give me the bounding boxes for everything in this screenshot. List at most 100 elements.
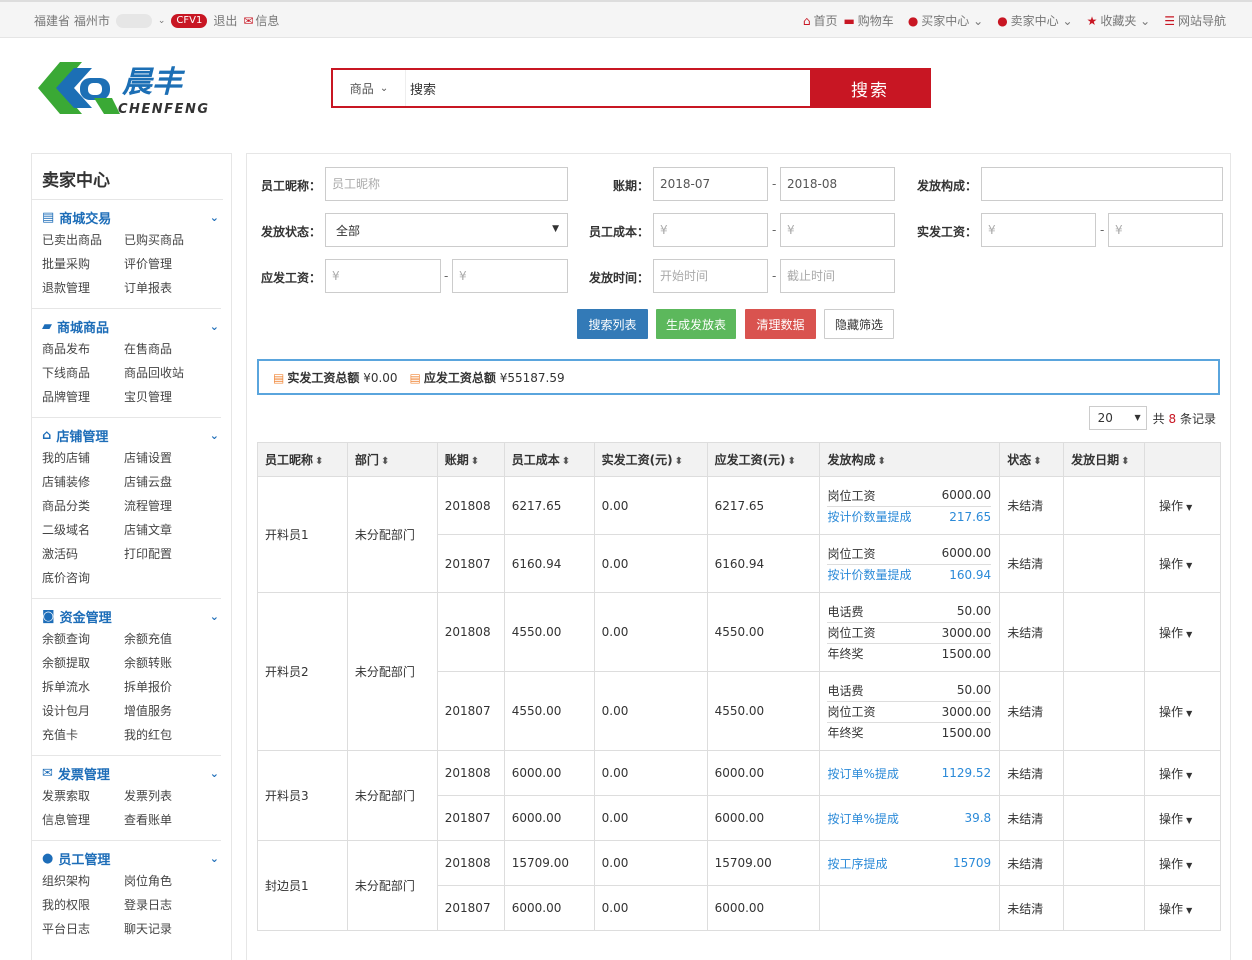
end-time-input[interactable] [780, 259, 895, 293]
sidebar-item[interactable]: 充值卡 [42, 723, 124, 747]
nav-link-home[interactable]: ⌂ 首页 [803, 12, 838, 29]
sidebar-item[interactable]: 余额查询 [42, 627, 124, 651]
sidebar-item[interactable]: 激活码 [42, 542, 124, 566]
period-from-input[interactable] [653, 167, 768, 201]
sidebar-item[interactable]: 余额转账 [124, 651, 206, 675]
nav-link-favorites[interactable]: ★ 收藏夹 ⌄ [1087, 12, 1151, 29]
sidebar-section-header[interactable]: ● 员工管理 ⌄ [42, 847, 221, 869]
period-to-input[interactable] [780, 167, 895, 201]
sidebar-item[interactable]: 下线商品 [42, 361, 124, 385]
sidebar-item[interactable]: 店铺设置 [124, 446, 206, 470]
sidebar-item[interactable]: 批量采购 [42, 252, 124, 276]
column-header[interactable]: 实发工资(元) ⬍ [593, 442, 708, 477]
due-min-input[interactable] [325, 259, 441, 293]
composition-item[interactable]: 按计价数量提成 217.65 [827, 505, 992, 527]
nav-link-sitemap[interactable]: ☰ 网站导航 [1164, 12, 1226, 29]
column-header[interactable]: 员工昵称 ⬍ [257, 442, 348, 477]
status-select[interactable]: 全部 ▼ [325, 213, 568, 247]
actions-dropdown[interactable]: 操作 ▼ [1144, 476, 1221, 535]
sidebar-item[interactable]: 店铺云盘 [124, 470, 206, 494]
sidebar-item[interactable]: 信息管理 [42, 808, 124, 832]
search-button[interactable]: 搜索 [810, 69, 930, 107]
actions-dropdown[interactable]: 操作 ▼ [1144, 671, 1221, 751]
sidebar-section-header[interactable]: ✉ 发票管理 ⌄ [42, 762, 221, 784]
username-blurred[interactable] [115, 13, 152, 28]
cost-min-input[interactable] [653, 213, 768, 247]
site-logo[interactable]: 晨丰 CHENFENG [34, 52, 224, 124]
sidebar-section-header[interactable]: ▰ 商城商品 ⌄ [42, 315, 221, 337]
sidebar-item[interactable]: 退款管理 [42, 276, 124, 300]
search-category-select[interactable]: 商品 ⌄ [333, 70, 405, 106]
sidebar-item[interactable]: 商品分类 [42, 494, 124, 518]
sidebar-item[interactable]: 二级域名 [42, 518, 124, 542]
due-max-input[interactable] [452, 259, 568, 293]
hide-filter-button[interactable]: 隐藏筛选 [824, 309, 894, 339]
chevron-down-icon[interactable]: ⌄ [158, 16, 166, 26]
sidebar-item[interactable]: 我的权限 [42, 893, 124, 917]
composition-item[interactable]: 按工序提成 15709 [827, 853, 991, 874]
nav-link-seller-center[interactable]: ● 卖家中心 ⌄ [997, 12, 1072, 29]
actions-dropdown[interactable]: 操作 ▼ [1144, 592, 1221, 672]
column-header[interactable]: 部门 ⬍ [346, 442, 438, 477]
sidebar-item[interactable]: 岗位角色 [124, 869, 206, 893]
sidebar-item[interactable]: 已购买商品 [124, 228, 206, 252]
sidebar-item[interactable]: 流程管理 [124, 494, 206, 518]
cost-max-input[interactable] [780, 213, 895, 247]
composition-item[interactable]: 按订单%提成 1129.52 [827, 763, 991, 784]
column-header[interactable]: 账期 ⬍ [436, 442, 505, 477]
clear-data-button[interactable]: 清理数据 [745, 309, 816, 339]
search-list-button[interactable]: 搜索列表 [577, 309, 648, 339]
actions-dropdown[interactable]: 操作 ▼ [1144, 795, 1221, 841]
sidebar-item[interactable]: 聊天记录 [124, 917, 206, 941]
column-header[interactable]: 发放构成 ⬍ [819, 442, 1001, 477]
actions-dropdown[interactable]: 操作 ▼ [1144, 750, 1221, 796]
sidebar-item[interactable]: 组织架构 [42, 869, 124, 893]
column-header[interactable]: 员工成本 ⬍ [503, 442, 595, 477]
sidebar-item[interactable]: 增值服务 [124, 699, 206, 723]
column-header[interactable]: 应发工资(元) ⬍ [706, 442, 821, 477]
actual-min-input[interactable] [981, 213, 1096, 247]
sidebar-section-header[interactable]: ▤ 商城交易 ⌄ [42, 206, 221, 228]
sidebar-item[interactable]: 品牌管理 [42, 385, 124, 409]
nickname-input[interactable] [325, 167, 568, 201]
location-text[interactable]: 福建省 福州市 [34, 12, 110, 29]
sidebar-item[interactable]: 余额提取 [42, 651, 124, 675]
sidebar-item[interactable]: 设计包月 [42, 699, 124, 723]
column-header[interactable]: 发放日期 ⬍ [1063, 442, 1146, 477]
actions-dropdown[interactable]: 操作 ▼ [1144, 840, 1221, 886]
sidebar-item[interactable]: 登录日志 [124, 893, 206, 917]
sidebar-item[interactable]: 查看账单 [124, 808, 206, 832]
composition-input[interactable] [981, 167, 1223, 201]
composition-item[interactable]: 按计价数量提成 160.94 [827, 563, 992, 585]
sidebar-item[interactable]: 店铺文章 [124, 518, 206, 542]
sidebar-item[interactable]: 拆单流水 [42, 675, 124, 699]
sidebar-item[interactable]: 打印配置 [124, 542, 206, 566]
generate-payout-button[interactable]: 生成发放表 [656, 309, 736, 339]
sidebar-item[interactable]: 我的店铺 [42, 446, 124, 470]
sidebar-item[interactable]: 店铺装修 [42, 470, 124, 494]
sidebar-section-header[interactable]: ⌂ 店铺管理 ⌄ [42, 424, 221, 446]
sidebar-section-header[interactable]: ◙ 资金管理 ⌄ [42, 605, 221, 627]
sidebar-item[interactable]: 商品发布 [42, 337, 124, 361]
sidebar-item[interactable]: 平台日志 [42, 917, 124, 941]
sidebar-item[interactable]: 在售商品 [124, 337, 206, 361]
sidebar-item[interactable]: 商品回收站 [124, 361, 206, 385]
start-time-input[interactable] [653, 259, 768, 293]
actions-dropdown[interactable]: 操作 ▼ [1144, 534, 1221, 593]
nav-link-buyer-center[interactable]: ● 买家中心 ⌄ [908, 12, 983, 29]
message-link[interactable]: ✉ 信息 [243, 12, 279, 29]
sidebar-item[interactable]: 拆单报价 [124, 675, 206, 699]
page-size-select[interactable]: 20 ▼ [1088, 406, 1147, 430]
sidebar-item[interactable]: 订单报表 [124, 276, 206, 300]
logout-link[interactable]: 退出 [213, 12, 237, 29]
sidebar-item[interactable]: 宝贝管理 [124, 385, 206, 409]
search-input[interactable] [405, 70, 810, 106]
sidebar-item[interactable]: 评价管理 [124, 252, 206, 276]
sidebar-item[interactable]: 我的红包 [124, 723, 206, 747]
nav-link-cart[interactable]: ▬ 购物车 [843, 12, 893, 29]
sidebar-item[interactable]: 已卖出商品 [42, 228, 124, 252]
sidebar-item[interactable]: 发票列表 [124, 784, 206, 808]
actions-dropdown[interactable]: 操作 ▼ [1144, 885, 1221, 931]
sidebar-item[interactable]: 发票索取 [42, 784, 124, 808]
actual-max-input[interactable] [1108, 213, 1223, 247]
